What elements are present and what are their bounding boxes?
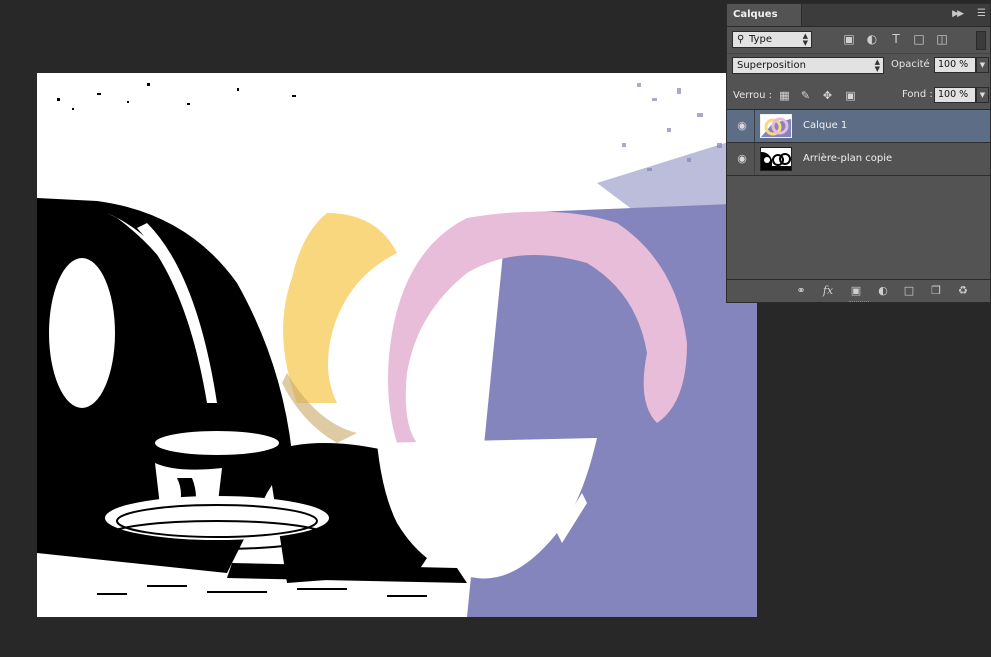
document-canvas[interactable] (37, 73, 757, 617)
filter-row: ⚲ Type ▲ ▼ ▣ ◐ T □ ◫ (727, 27, 990, 54)
new-layer-icon[interactable]: ❐ (929, 284, 943, 298)
resize-grip[interactable] (849, 301, 869, 305)
add-mask-icon[interactable]: ▣ (849, 284, 863, 298)
canvas-image (37, 73, 757, 617)
saucer (105, 496, 329, 540)
link-layers-icon[interactable]: ⚭ (794, 284, 808, 298)
lock-image-pixels-icon[interactable]: ✎ (799, 89, 812, 102)
lock-all-icon[interactable]: ▣ (844, 89, 857, 102)
delete-layer-icon[interactable]: ♻ (956, 284, 970, 298)
blend-mode-value: Superposition (737, 60, 806, 71)
pixel-layer-filter-icon[interactable]: ▣ (842, 32, 856, 46)
double-chevron-right-icon[interactable]: ▶▶ (952, 9, 964, 19)
lock-transparent-pixels-icon[interactable]: ▦ (778, 89, 791, 102)
blend-row: Superposition ▲ ▼ Opacité : 100 % ▼ (727, 54, 990, 80)
fill-label: Fond : (902, 89, 933, 100)
layer-thumbnail (760, 147, 792, 171)
search-icon: ⚲ (737, 34, 745, 45)
opacity-input[interactable]: 100 % (934, 57, 976, 73)
fill-slider-toggle[interactable]: ▼ (976, 87, 989, 103)
type-layer-filter-icon[interactable]: T (889, 32, 903, 46)
adjustment-layer-filter-icon[interactable]: ◐ (865, 32, 879, 46)
panel-footer: ⚭ fx ▣ ◐ □ ❐ ♻ (727, 279, 990, 302)
smart-object-filter-icon[interactable]: ◫ (935, 32, 949, 46)
eye-icon[interactable]: ◉ (735, 153, 749, 165)
small-cup-rim (155, 431, 279, 455)
blend-mode-select[interactable]: Superposition ▲ ▼ (732, 57, 884, 74)
panel-menu-icon[interactable]: ☰ (977, 8, 986, 19)
layer-thumbnail (760, 114, 792, 138)
new-group-icon[interactable]: □ (902, 284, 916, 298)
lock-row: Verrou : ▦ ✎ ✥ ▣ Fond : 100 % ▼ (727, 81, 990, 110)
filter-toggle-switch[interactable] (976, 31, 986, 50)
tab-calques[interactable]: Calques (727, 4, 802, 26)
layer-kind-filter-select[interactable]: ⚲ Type ▲ ▼ (732, 31, 812, 48)
stepper-arrows-icon: ▲ ▼ (802, 32, 808, 47)
shape-layer-filter-icon[interactable]: □ (912, 32, 926, 46)
eye-icon[interactable]: ◉ (735, 120, 749, 132)
layers-panel: Calques ▶▶ ☰ ⚲ Type ▲ ▼ ▣ ◐ T □ ◫ Superpo… (726, 3, 991, 303)
layer-row-calque-1[interactable]: ◉ Calque 1 (727, 110, 990, 143)
opacity-slider-toggle[interactable]: ▼ (976, 57, 989, 73)
fill-input[interactable]: 100 % (934, 87, 976, 103)
new-adjustment-layer-icon[interactable]: ◐ (876, 284, 890, 298)
fx-icon[interactable]: fx (821, 284, 835, 298)
lock-label: Verrou : (733, 90, 773, 101)
layer-row-arriere-plan-copie[interactable]: ◉ Arrière-plan copie (727, 143, 990, 176)
panel-tabbar: Calques ▶▶ ☰ (727, 4, 990, 27)
stepper-arrows-icon: ▲ ▼ (874, 58, 880, 73)
lock-position-icon[interactable]: ✥ (821, 89, 834, 102)
layer-name: Calque 1 (803, 120, 848, 131)
opacity-label: Opacité : (891, 59, 937, 70)
layer-name: Arrière-plan copie (803, 153, 893, 164)
